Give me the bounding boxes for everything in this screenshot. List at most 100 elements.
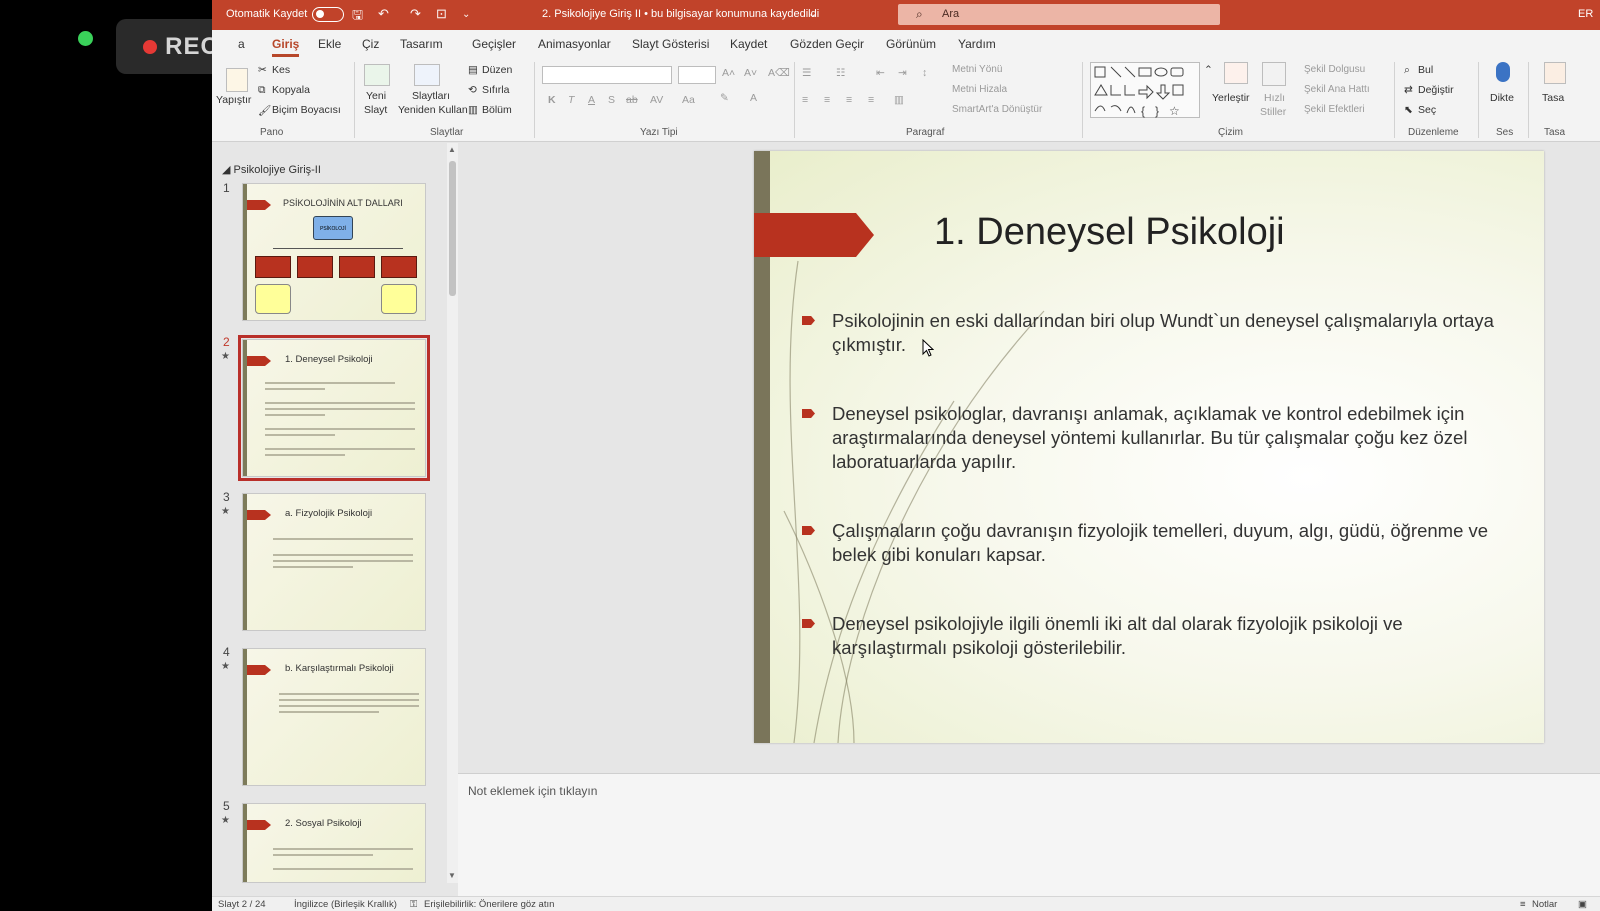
paste-button[interactable]: Yapıştır <box>216 94 251 106</box>
find-button[interactable]: Bul <box>1418 64 1433 76</box>
shape-effects-button[interactable]: Şekil Efektleri <box>1304 104 1365 115</box>
quick-styles-button-line2[interactable]: Stiller <box>1260 106 1286 118</box>
change-case-button[interactable]: Aa <box>682 94 695 106</box>
reuse-slides-button-line2[interactable]: Yeniden Kullan <box>398 104 468 116</box>
tab-review[interactable]: Gözden Geçir <box>790 37 864 51</box>
document-title[interactable]: 2. Psikolojiye Giriş II • bu bilgisayar … <box>542 8 819 20</box>
align-center-icon[interactable]: ≡ <box>824 94 830 106</box>
justify-icon[interactable]: ≡ <box>868 94 874 106</box>
clear-format-icon[interactable]: A⌫ <box>768 67 790 79</box>
present-icon[interactable]: ⊡ <box>436 6 447 22</box>
arrange-icon[interactable] <box>1224 62 1248 84</box>
slide-title[interactable]: 1. Deneysel Psikoloji <box>934 211 1285 254</box>
increase-indent-icon[interactable]: ⇥ <box>898 67 907 79</box>
section-icon[interactable]: ▥ <box>468 104 478 116</box>
select-button[interactable]: Seç <box>1418 104 1436 116</box>
designer-icon[interactable] <box>1544 62 1566 84</box>
chevron-down-icon[interactable]: ⌄ <box>808 7 817 20</box>
redo-icon[interactable]: ↷ <box>410 6 421 22</box>
tab-design[interactable]: Tasarım <box>400 37 443 51</box>
align-text-button[interactable]: Metni Hizala <box>952 84 1007 95</box>
new-slide-button[interactable]: Yeni <box>366 90 386 102</box>
autosave-toggle[interactable] <box>312 7 344 22</box>
slide-thumbnail-2[interactable]: 1. Deneysel Psikoloji <box>238 335 430 481</box>
slide-thumbnail-5[interactable]: 2. Sosyal Psikoloji <box>242 803 426 883</box>
font-size-select[interactable] <box>678 66 716 84</box>
shadow-button[interactable]: S <box>608 94 615 106</box>
thumbnails-scrollbar[interactable]: ▲ ▼ <box>447 143 458 883</box>
bullet-item[interactable]: Deneysel psikolojiyle ilgili önemli iki … <box>802 612 1502 660</box>
replace-icon[interactable]: ⇄ <box>1404 84 1413 96</box>
font-color-icon[interactable]: A <box>750 92 757 104</box>
bullet-item[interactable]: Deneysel psikologlar, davranışı anlamak,… <box>802 402 1502 474</box>
align-right-icon[interactable]: ≡ <box>846 94 852 106</box>
convert-smartart-button[interactable]: SmartArt'a Dönüştür <box>952 104 1042 115</box>
replace-button[interactable]: Değiştir <box>1418 84 1454 96</box>
new-slide-icon[interactable] <box>364 64 390 86</box>
shapes-gallery[interactable]: {} ☆ <box>1090 62 1200 118</box>
find-icon[interactable]: ⌕ <box>1404 64 1410 77</box>
layout-icon[interactable]: ▤ <box>468 64 478 76</box>
italic-button[interactable]: T <box>568 94 574 106</box>
line-spacing-icon[interactable]: ↕ <box>922 67 927 79</box>
shrink-font-icon[interactable]: A˅ <box>744 67 757 79</box>
numbering-icon[interactable]: ☷ <box>836 67 845 79</box>
decrease-indent-icon[interactable]: ⇤ <box>876 67 885 79</box>
undo-icon[interactable]: ↶ <box>378 6 389 22</box>
layout-button[interactable]: Düzen <box>482 64 512 76</box>
slide-thumbnail-1[interactable]: PSİKOLOJİNİN ALT DALLARI PSİKOLOJİ <box>242 183 426 321</box>
tab-transitions[interactable]: Geçişler <box>472 37 516 51</box>
underline-button[interactable]: A <box>588 94 595 106</box>
slide-thumbnail-4[interactable]: b. Karşılaştırmalı Psikoloji <box>242 648 426 786</box>
slide-thumbnail-3[interactable]: a. Fizyolojik Psikoloji <box>242 493 426 631</box>
tab-draw[interactable]: Çiz <box>362 37 379 51</box>
accessibility-icon[interactable]: ⚿ <box>410 899 417 910</box>
copy-icon[interactable]: ⧉ <box>258 84 266 97</box>
save-icon[interactable]: 🖫 <box>352 6 363 28</box>
gallery-scroll-icon[interactable]: ⌃ <box>1204 64 1213 76</box>
tab-insert[interactable]: Ekle <box>318 37 341 51</box>
columns-icon[interactable]: ▥ <box>894 94 904 106</box>
tab-file[interactable]: a <box>238 37 245 51</box>
tab-animations[interactable]: Animasyonlar <box>538 37 611 51</box>
strikethrough-button[interactable]: ab <box>626 94 638 106</box>
paste-icon[interactable] <box>226 68 248 92</box>
quick-styles-icon[interactable] <box>1262 62 1286 86</box>
user-initials[interactable]: ER <box>1578 8 1593 20</box>
reuse-slides-button[interactable]: Slaytları <box>412 90 450 102</box>
language-status[interactable]: İngilizce (Birleşik Krallık) <box>294 899 397 910</box>
normal-view-icon[interactable]: ▣ <box>1578 899 1587 910</box>
reset-button[interactable]: Sıfırla <box>482 84 509 96</box>
tab-record[interactable]: Kaydet <box>730 37 767 51</box>
cut-icon[interactable]: ✂ <box>258 64 267 76</box>
quick-styles-button[interactable]: Hızlı <box>1264 92 1285 104</box>
select-icon[interactable]: ⬉ <box>1404 104 1413 116</box>
highlight-icon[interactable]: ✎ <box>720 92 729 104</box>
arrange-button[interactable]: Yerleştir <box>1212 92 1250 104</box>
char-spacing-button[interactable]: AV <box>650 94 663 106</box>
dictate-button[interactable]: Dikte <box>1490 92 1514 104</box>
grow-font-icon[interactable]: A˄ <box>722 67 735 79</box>
section-button[interactable]: Bölüm <box>482 104 512 116</box>
search-box[interactable]: ⌕ Ara <box>898 4 1220 25</box>
customize-qat-icon[interactable]: ⌄ <box>462 9 470 20</box>
tab-home[interactable]: Giriş <box>272 37 300 57</box>
text-direction-button[interactable]: Metni Yönü <box>952 64 1002 75</box>
format-painter-icon[interactable]: 🖌 <box>258 104 271 117</box>
bullets-icon[interactable]: ☰ <box>802 67 811 79</box>
reuse-slides-icon[interactable] <box>414 64 440 86</box>
tab-slideshow[interactable]: Slayt Gösterisi <box>632 37 709 51</box>
font-name-select[interactable] <box>542 66 672 84</box>
format-painter-button[interactable]: Biçim Boyacısı <box>272 104 341 116</box>
shape-fill-button[interactable]: Şekil Dolgusu <box>1304 64 1365 75</box>
tab-view[interactable]: Görünüm <box>886 37 936 51</box>
notes-pane[interactable]: Not eklemek için tıklayın <box>458 773 1600 896</box>
new-slide-button-line2[interactable]: Slayt <box>364 104 387 116</box>
tab-help[interactable]: Yardım <box>958 37 996 51</box>
copy-button[interactable]: Kopyala <box>272 84 310 96</box>
accessibility-status[interactable]: Erişilebilirlik: Önerilere göz atın <box>424 899 554 910</box>
bullet-item[interactable]: Psikolojinin en eski dallarından biri ol… <box>802 309 1502 357</box>
designer-button[interactable]: Tasa <box>1542 92 1564 104</box>
notes-toggle-button[interactable]: Notlar <box>1532 899 1557 910</box>
current-slide[interactable]: 1. Deneysel Psikoloji Psikolojinin en es… <box>754 151 1544 743</box>
